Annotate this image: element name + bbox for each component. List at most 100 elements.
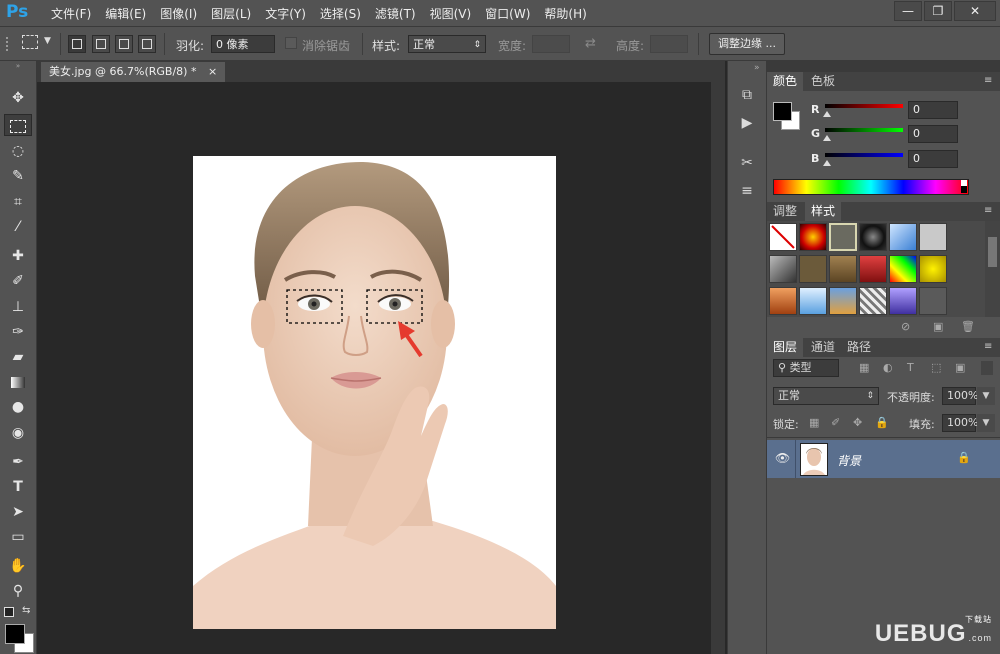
menu-window[interactable]: 窗口(W)	[478, 5, 537, 22]
filter-smart-icon[interactable]: ▣	[955, 361, 965, 374]
style-swatch[interactable]	[829, 287, 857, 315]
lasso-tool-icon[interactable]: ◌	[4, 140, 32, 162]
style-swatch[interactable]	[769, 287, 797, 315]
blue-slider-thumb[interactable]	[823, 160, 831, 166]
style-swatch[interactable]	[919, 287, 947, 315]
style-select[interactable]: 正常 ⇕	[408, 35, 486, 53]
panel-menu-icon[interactable]: ≡	[984, 206, 996, 216]
filter-adjust-icon[interactable]: ◐	[883, 361, 893, 374]
menu-edit[interactable]: 编辑(E)	[98, 5, 153, 22]
style-swatch[interactable]	[829, 255, 857, 283]
swap-icon[interactable]: ⇄	[585, 36, 596, 51]
red-slider[interactable]	[825, 104, 903, 108]
style-swatch[interactable]	[799, 223, 827, 251]
add-selection-button[interactable]	[92, 35, 110, 53]
style-none-icon[interactable]	[769, 223, 797, 251]
new-style-icon[interactable]: ▣	[933, 320, 943, 333]
tab-swatches[interactable]: 色板	[805, 72, 841, 91]
style-swatch[interactable]	[889, 255, 917, 283]
clone-stamp-tool-icon[interactable]: ⊥	[4, 296, 32, 318]
document-image[interactable]	[193, 156, 556, 629]
new-selection-button[interactable]	[68, 35, 86, 53]
actions-panel-icon[interactable]: ▶	[736, 113, 758, 133]
styles-scroll-thumb[interactable]	[988, 237, 997, 267]
styles-scrollbar[interactable]	[985, 221, 1000, 317]
tab-channels[interactable]: 通道	[805, 338, 841, 357]
style-swatch[interactable]	[919, 223, 947, 251]
restore-button[interactable]: ❐	[924, 1, 952, 21]
menu-image[interactable]: 图像(I)	[153, 5, 204, 22]
healing-brush-tool-icon[interactable]: ✚	[4, 245, 32, 267]
layer-filter-select[interactable]: ⚲ 类型	[773, 359, 839, 377]
fill-dropdown-icon[interactable]: ▼	[977, 414, 995, 432]
history-brush-tool-icon[interactable]: ✑	[4, 321, 32, 343]
marquee-preset-icon[interactable]	[22, 35, 38, 49]
eraser-tool-icon[interactable]: ▰	[4, 346, 32, 368]
style-swatch[interactable]	[769, 255, 797, 283]
tab-styles[interactable]: 样式	[805, 202, 842, 221]
history-panel-icon[interactable]: ⧉	[736, 85, 758, 105]
lock-position-icon[interactable]: ✥	[853, 416, 862, 429]
menu-layer[interactable]: 图层(L)	[204, 5, 258, 22]
menu-filter[interactable]: 滤镜(T)	[368, 5, 423, 22]
dodge-tool-icon[interactable]: ◉	[4, 422, 32, 444]
antialias-checkbox[interactable]	[285, 37, 297, 49]
move-tool-icon[interactable]: ✥	[4, 87, 32, 109]
lock-transparent-icon[interactable]: ▦	[809, 416, 819, 429]
red-value-input[interactable]: 0	[908, 101, 958, 119]
default-colors-icon[interactable]	[4, 607, 14, 617]
black-swatch[interactable]	[961, 186, 967, 193]
fill-input[interactable]: 100%	[942, 414, 978, 432]
red-slider-thumb[interactable]	[823, 111, 831, 117]
type-tool-icon[interactable]: T	[4, 476, 32, 498]
menu-type[interactable]: 文字(Y)	[258, 5, 313, 22]
style-swatch-selected[interactable]	[829, 223, 857, 251]
document-tab[interactable]: 美女.jpg @ 66.7%(RGB/8) * ×	[41, 62, 226, 82]
quick-select-tool-icon[interactable]: ✎	[4, 165, 32, 187]
filter-type-icon[interactable]: T	[907, 361, 914, 374]
path-select-tool-icon[interactable]: ➤	[4, 501, 32, 523]
brush-tool-icon[interactable]: ✐	[4, 270, 32, 292]
layer-row-background[interactable]: 👁 背景 🔒	[767, 440, 1000, 478]
filter-pixel-icon[interactable]: ▦	[859, 361, 869, 374]
canvas-scrollbar[interactable]	[711, 82, 725, 654]
feather-input[interactable]: 0 像素	[211, 35, 275, 53]
tab-layers[interactable]: 图层	[767, 338, 804, 357]
style-swatch[interactable]	[889, 287, 917, 315]
chevron-down-icon[interactable]: ▼	[44, 36, 51, 46]
panel-menu-icon[interactable]: ≡	[984, 342, 996, 352]
width-input[interactable]	[532, 35, 570, 53]
zoom-tool-icon[interactable]: ⚲	[4, 580, 32, 602]
menu-view[interactable]: 视图(V)	[423, 5, 479, 22]
lock-pixels-icon[interactable]: ✐	[831, 416, 840, 429]
lock-all-icon[interactable]: 🔒	[875, 416, 889, 429]
close-tab-icon[interactable]: ×	[208, 65, 217, 78]
tab-color[interactable]: 颜色	[767, 72, 804, 91]
collapse-dock-icon[interactable]: »	[754, 63, 760, 73]
opacity-dropdown-icon[interactable]: ▼	[977, 387, 995, 405]
delete-style-icon[interactable]: 🗑	[961, 320, 975, 333]
menu-help[interactable]: 帮助(H)	[537, 5, 593, 22]
color-spectrum-bar[interactable]	[773, 179, 969, 195]
blue-value-input[interactable]: 0	[908, 150, 958, 168]
marquee-tool-icon[interactable]	[4, 114, 32, 136]
subtract-selection-button[interactable]	[115, 35, 133, 53]
swap-colors-icon[interactable]: ⇆	[22, 605, 30, 616]
style-swatch[interactable]	[859, 255, 887, 283]
blur-tool-icon[interactable]: ●	[4, 396, 32, 418]
style-swatch[interactable]	[889, 223, 917, 251]
refine-edge-button[interactable]: 调整边缘 ...	[709, 33, 785, 55]
blend-mode-select[interactable]: 正常 ⇕	[773, 387, 879, 405]
filter-shape-icon[interactable]: ⬚	[931, 361, 941, 374]
height-input[interactable]	[650, 35, 688, 53]
tool-presets-icon[interactable]: ✂	[736, 153, 758, 173]
eye-icon[interactable]: 👁	[775, 451, 790, 465]
clear-style-icon[interactable]: ⊘	[901, 320, 910, 333]
panel-menu-icon[interactable]: ≡	[984, 76, 996, 86]
close-button[interactable]: ✕	[954, 1, 996, 21]
shape-tool-icon[interactable]: ▭	[4, 526, 32, 548]
style-swatch[interactable]	[799, 287, 827, 315]
style-swatch[interactable]	[799, 255, 827, 283]
opacity-input[interactable]: 100%	[942, 387, 978, 405]
style-swatch[interactable]	[859, 223, 887, 251]
